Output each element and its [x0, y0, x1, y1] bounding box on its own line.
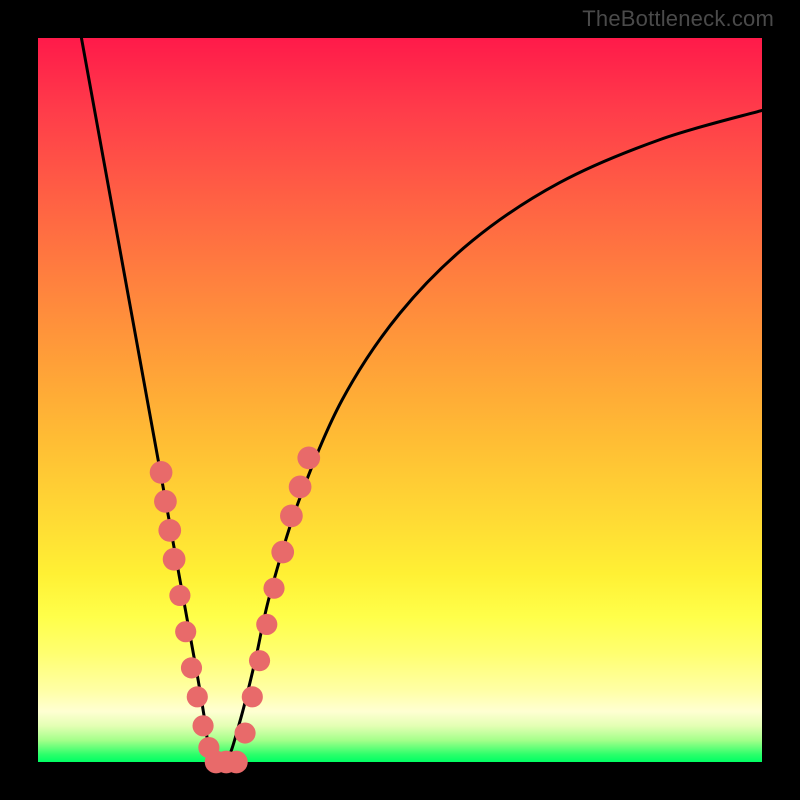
curve-marker [175, 621, 196, 642]
curve-marker [289, 476, 312, 499]
watermark-text: TheBottleneck.com [582, 6, 774, 32]
curve-marker [271, 541, 294, 564]
curve-marker [234, 722, 255, 743]
curve-marker [256, 614, 277, 635]
curve-marker [225, 751, 248, 774]
bottleneck-curve-path [81, 38, 762, 767]
curve-marker [263, 578, 284, 599]
curve-marker [193, 715, 214, 736]
chart-frame: TheBottleneck.com [0, 0, 800, 800]
curve-marker [249, 650, 270, 671]
curve-markers [150, 447, 320, 774]
curve-marker [280, 504, 303, 527]
curve-marker [150, 461, 173, 484]
curve-marker [187, 686, 208, 707]
curve-marker [181, 657, 202, 678]
curve-marker [169, 585, 190, 606]
curve-marker [158, 519, 181, 542]
bottleneck-curve-svg [38, 38, 762, 762]
curve-marker [163, 548, 186, 571]
curve-marker [242, 686, 263, 707]
curve-marker [297, 447, 320, 470]
curve-marker [154, 490, 177, 513]
plot-area [38, 38, 762, 762]
